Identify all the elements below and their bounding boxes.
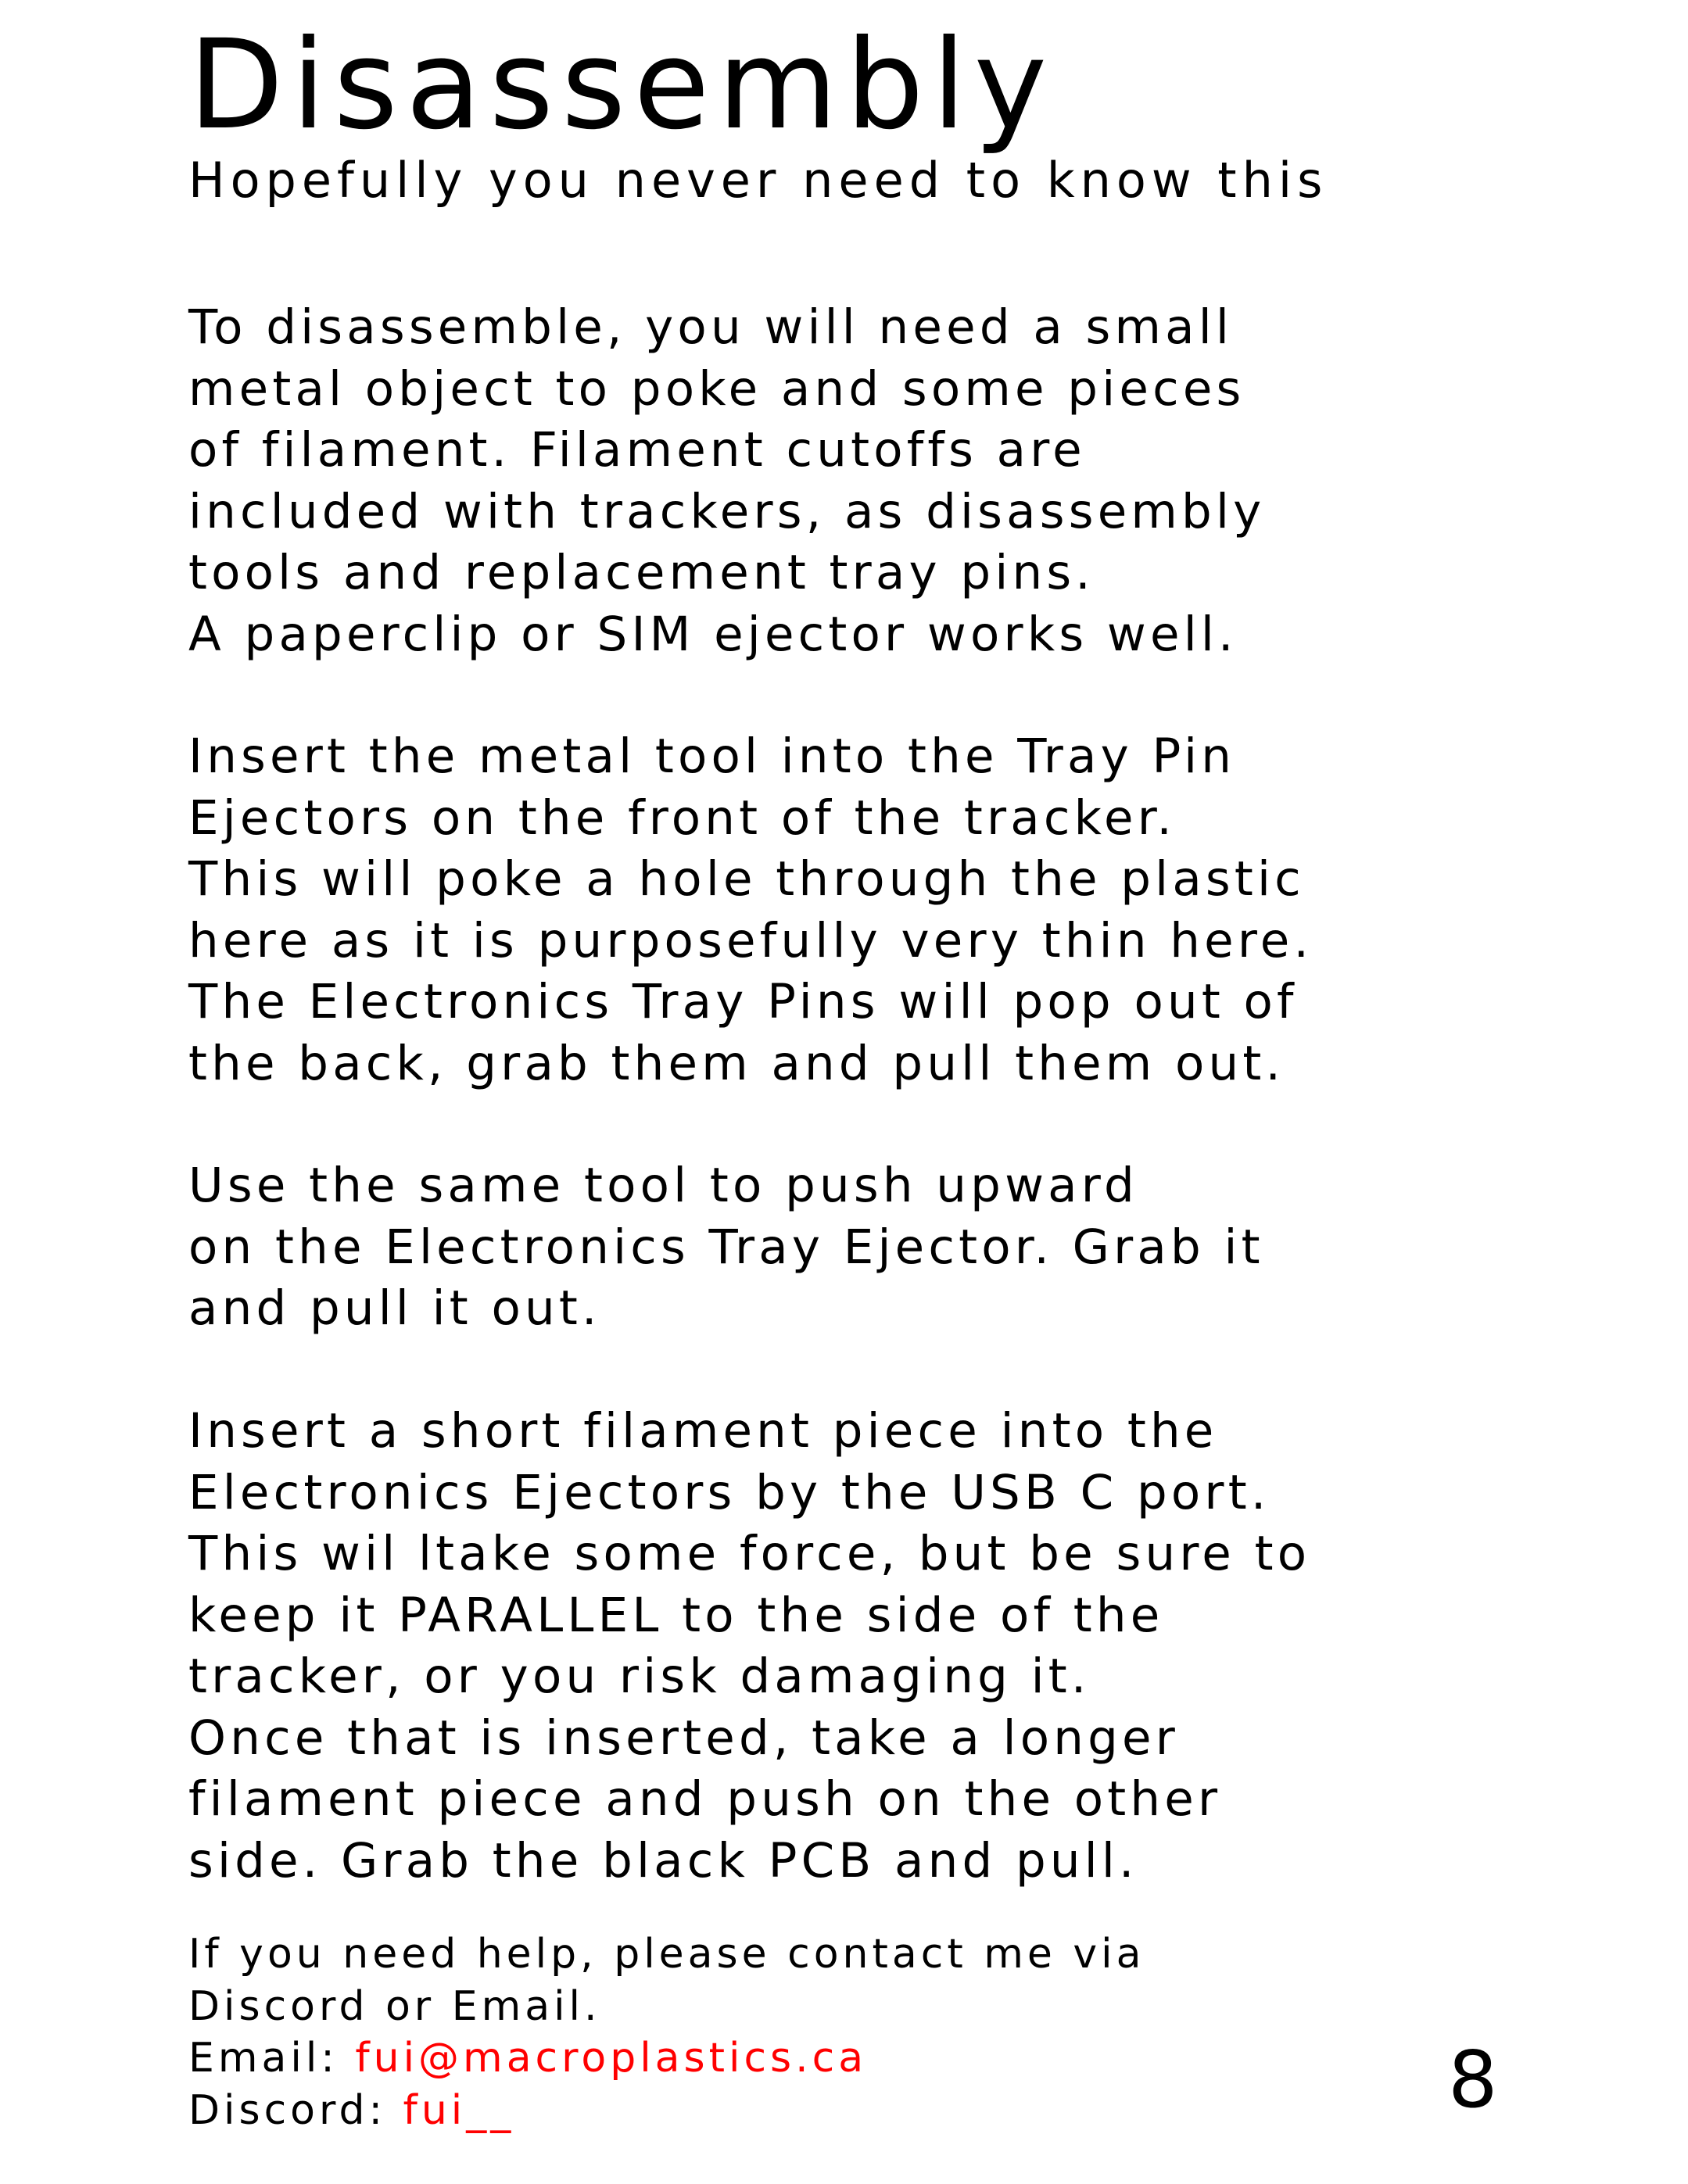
paragraph-line: This will poke a hole through the plasti… bbox=[188, 851, 1305, 907]
paragraph-line: Ejectors on the front of the tracker. bbox=[188, 789, 1176, 846]
paragraph-line: filament piece and push on the other bbox=[188, 1771, 1222, 1827]
paragraph-line: of filament. Filament cutoffs are bbox=[188, 422, 1086, 478]
email-label: Email: bbox=[188, 2035, 356, 2082]
paragraph-line: and pull it out. bbox=[188, 1280, 601, 1336]
paragraph-line: The Electronics Tray Pins will pop out o… bbox=[188, 974, 1298, 1029]
paragraph-tray-pins: Insert the metal tool into the Tray Pin … bbox=[188, 726, 1313, 1094]
paragraph-electronics-ejectors: Insert a short filament piece into the E… bbox=[188, 1401, 1310, 1892]
paragraph-line: the back, grab them and pull them out. bbox=[188, 1035, 1285, 1091]
paragraph-line: on the Electronics Tray Ejector. Grab it bbox=[188, 1219, 1264, 1275]
paragraph-line: here as it is purposefully very thin her… bbox=[188, 912, 1313, 968]
paragraph-line: To disassemble, you will need a small bbox=[188, 299, 1234, 355]
paragraph-line: tools and replacement tray pins. bbox=[188, 545, 1095, 600]
page-number: 8 bbox=[1448, 2034, 1498, 2125]
paragraph-line: Insert a short filament piece into the bbox=[188, 1403, 1218, 1459]
paragraph-line: Use the same tool to push upward bbox=[188, 1158, 1138, 1213]
paragraph-line: This wil ltake some force, but be sure t… bbox=[188, 1526, 1311, 1581]
email-line: Email: fui@macroplastics.ca bbox=[188, 2032, 1145, 2085]
help-text: Discord or Email. bbox=[188, 1982, 601, 2030]
paragraph-line: A paperclip or SIM ejector works well. bbox=[188, 606, 1238, 662]
discord-label: Discord: bbox=[188, 2086, 403, 2134]
email-link[interactable]: fui@macroplastics.ca bbox=[355, 2035, 867, 2082]
help-text: If you need help, please contact me via bbox=[188, 1931, 1145, 1978]
page-subtitle: Hopefully you never need to know this bbox=[188, 152, 1328, 209]
paragraph-line: side. Grab the black PCB and pull. bbox=[188, 1832, 1138, 1889]
paragraph-tools-needed: To disassemble, you will need a small me… bbox=[188, 297, 1265, 665]
discord-handle: fui__ bbox=[403, 2086, 515, 2134]
document-page: Disassembly Hopefully you never need to … bbox=[188, 0, 1564, 2184]
paragraph-line: Electronics Ejectors by the USB C port. bbox=[188, 1464, 1270, 1520]
discord-line: Discord: fui__ bbox=[188, 2085, 1145, 2137]
paragraph-line: Once that is inserted, take a longer bbox=[188, 1710, 1180, 1766]
contact-block: If you need help, please contact me via … bbox=[188, 1928, 1145, 2136]
paragraph-tray-ejector: Use the same tool to push upward on the … bbox=[188, 1155, 1264, 1340]
paragraph-line: tracker, or you risk damaging it. bbox=[188, 1649, 1091, 1704]
page-title: Disassembly bbox=[188, 13, 1055, 157]
paragraph-line: Insert the metal tool into the Tray Pin bbox=[188, 729, 1236, 784]
paragraph-line: keep it PARALLEL to the side of the bbox=[188, 1587, 1164, 1643]
paragraph-line: metal object to poke and some pieces bbox=[188, 360, 1245, 417]
paragraph-line: included with trackers, as disassembly bbox=[188, 483, 1266, 539]
